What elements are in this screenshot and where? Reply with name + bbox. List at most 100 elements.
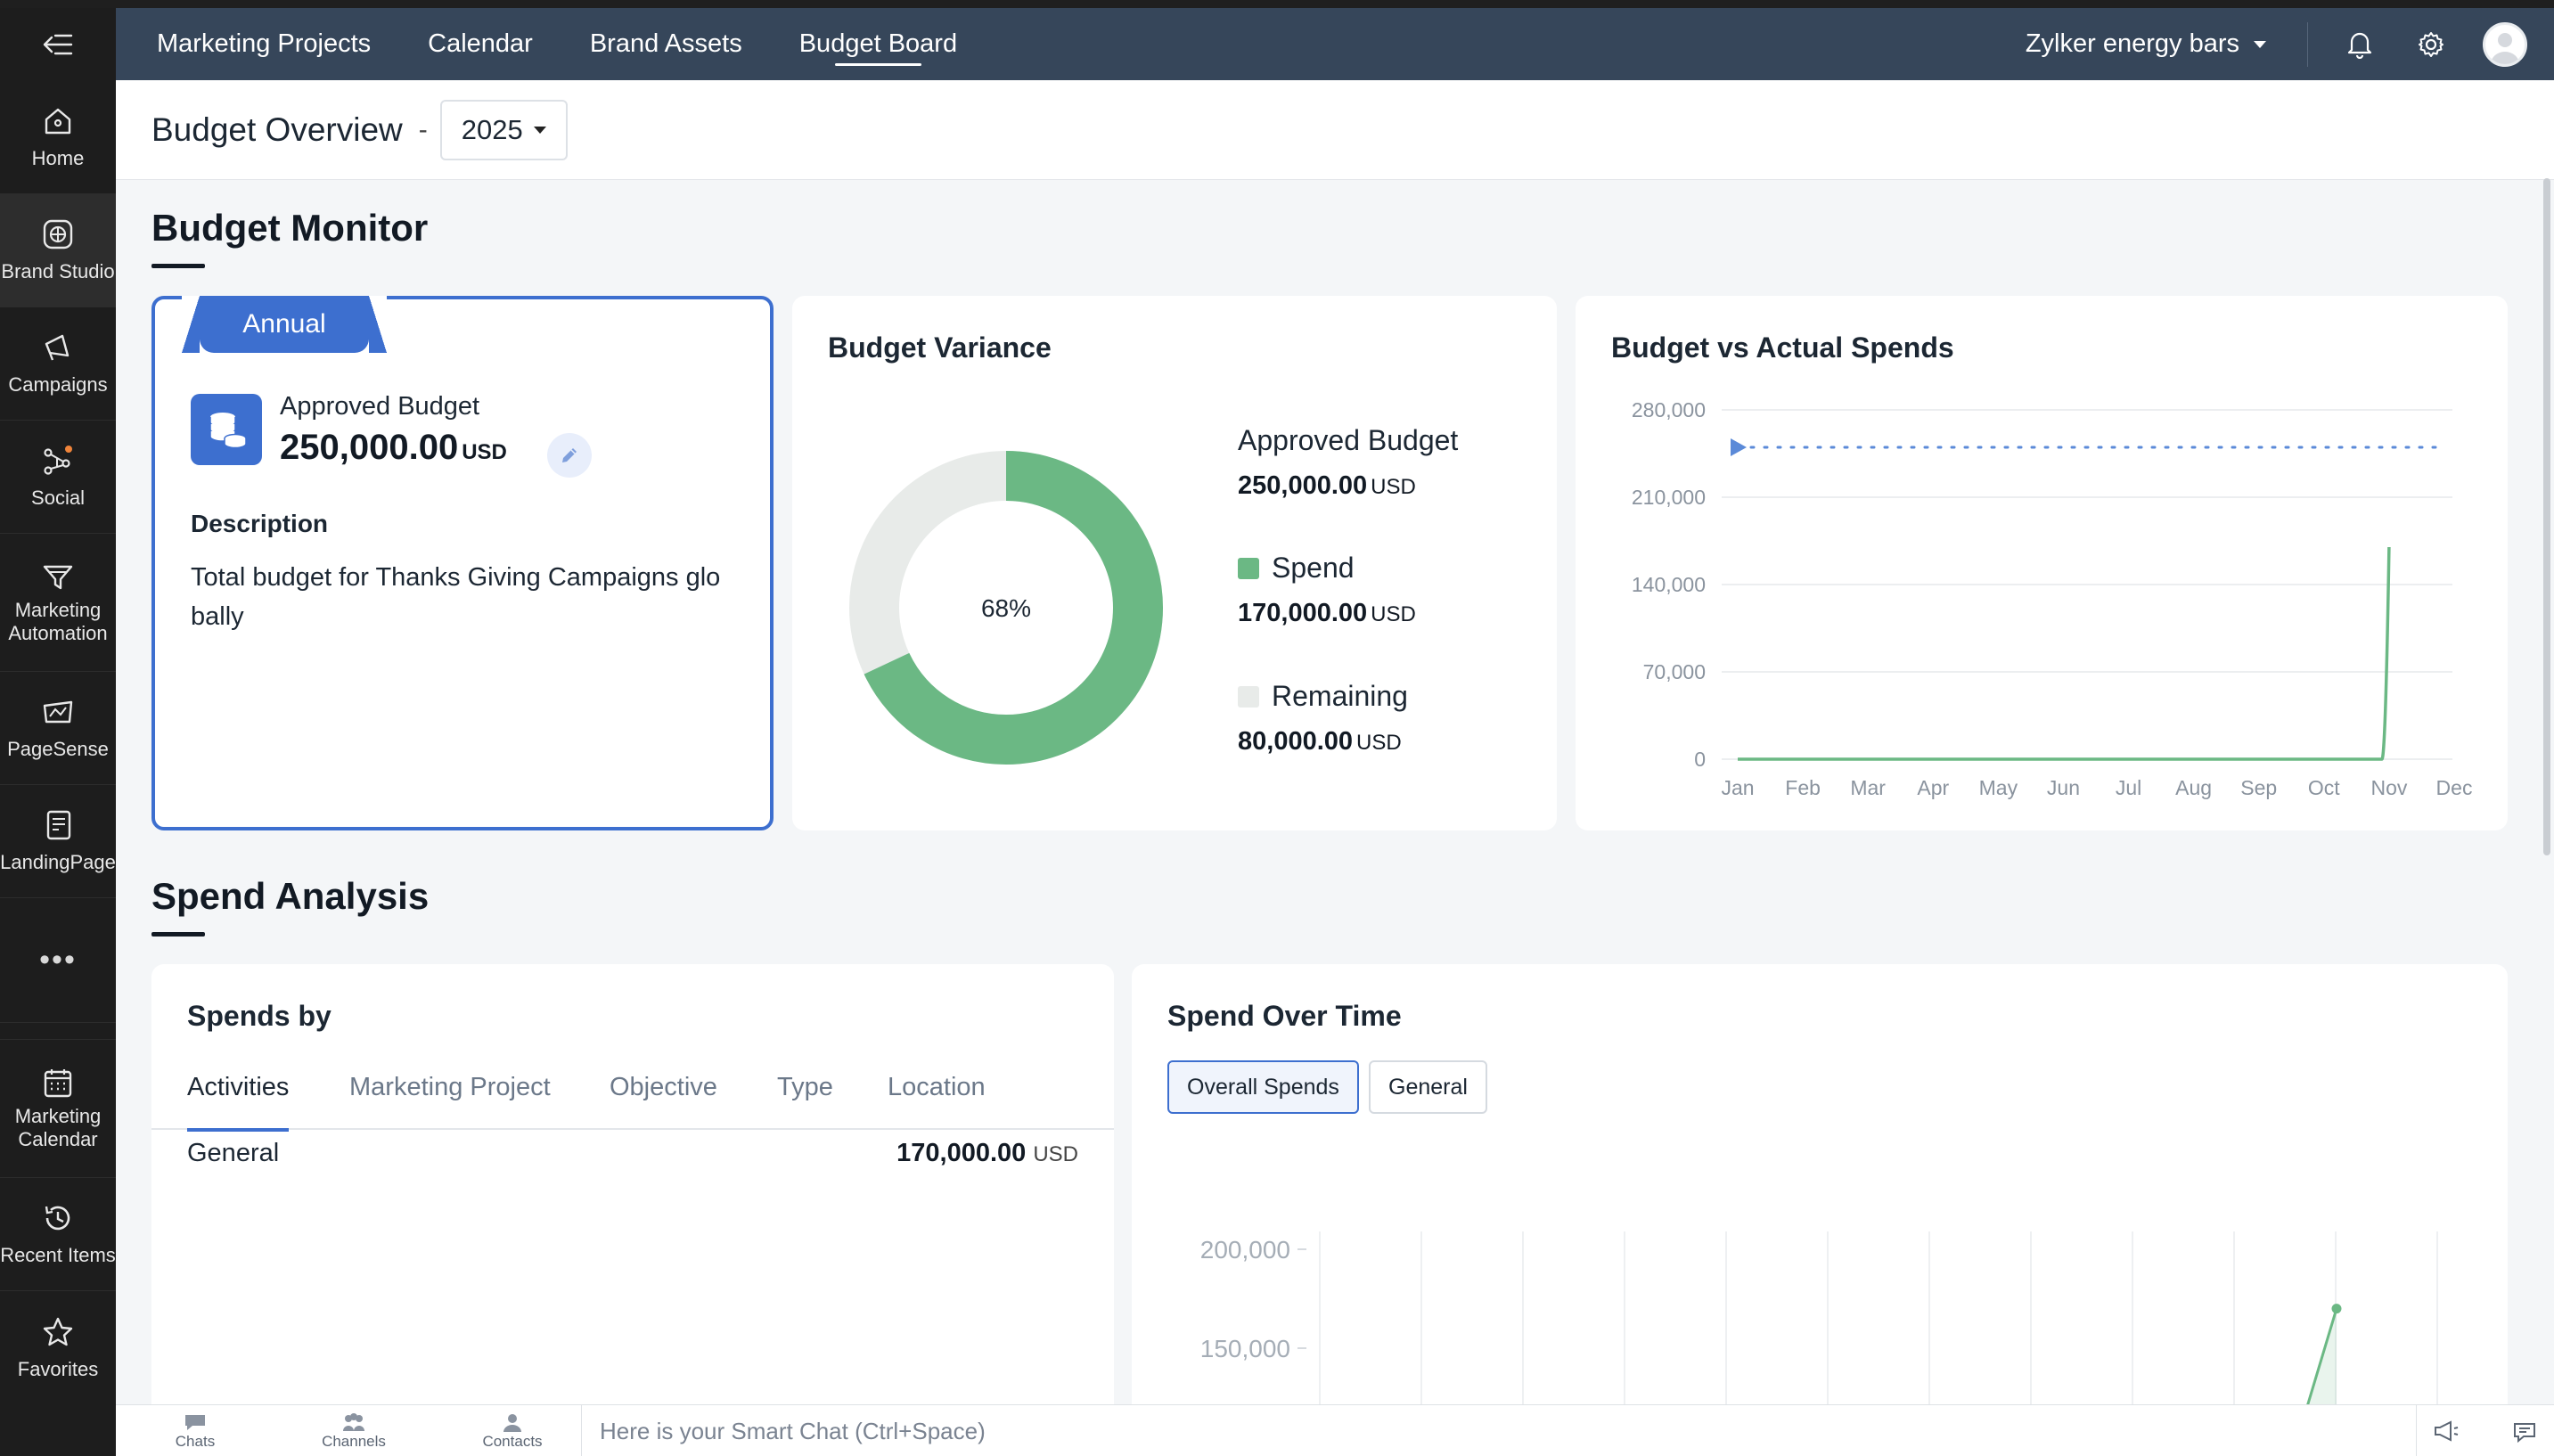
year-select[interactable]: 2025 bbox=[439, 99, 568, 160]
budget-vs-actual-chart: 280,000 210,000 140,000 70,000 0 Jan Feb Mar Apr… bbox=[1632, 398, 2473, 799]
top-navigation: Marketing Projects Calendar Brand Assets… bbox=[116, 8, 2554, 80]
collapse-menu-button[interactable] bbox=[0, 8, 116, 81]
title-separator: - bbox=[418, 114, 428, 144]
tab-activities[interactable]: Activities bbox=[187, 1066, 290, 1132]
page-header: Budget Overview - 2025 bbox=[116, 80, 2554, 180]
bell-icon bbox=[2347, 32, 2372, 59]
sidebar-item-label: Home bbox=[31, 147, 85, 169]
donut-center-label: 68% bbox=[981, 594, 1031, 622]
left-sidebar: Home Brand Studio Campaigns Social Marke… bbox=[0, 8, 116, 1456]
pill-general[interactable]: General bbox=[1369, 1060, 1487, 1114]
x-tick-label: Jan bbox=[1721, 776, 1754, 799]
currency: USD bbox=[1371, 602, 1416, 626]
description-text: Total budget for Thanks Giving Campaigns… bbox=[191, 563, 721, 631]
tab-calendar[interactable]: Calendar bbox=[428, 8, 533, 80]
legend-value: 170,000.00 USD bbox=[1238, 599, 1416, 628]
org-switcher[interactable]: Zylker energy bars bbox=[2026, 29, 2266, 59]
tab-marketing-project[interactable]: Marketing Project bbox=[349, 1066, 551, 1130]
annual-tab: Annual bbox=[182, 296, 387, 353]
pill-overall-spends[interactable]: Overall Spends bbox=[1167, 1060, 1359, 1114]
legend-spend: Spend 170,000.00 USD bbox=[1238, 552, 1416, 628]
x-tick-label: Sep bbox=[2240, 776, 2277, 799]
edit-budget-button[interactable] bbox=[547, 433, 592, 478]
section-underline bbox=[151, 264, 205, 268]
bottom-chats-button[interactable]: Chats bbox=[116, 1411, 274, 1451]
sidebar-item-label: Favorites bbox=[17, 1357, 99, 1380]
gear-icon bbox=[2419, 31, 2443, 57]
y-tick-label: 200,000 bbox=[1200, 1236, 1290, 1264]
sidebar-item-label: Marketing Calendar bbox=[14, 1105, 102, 1150]
tab-location[interactable]: Location bbox=[888, 1066, 986, 1130]
bottom-channels-button[interactable]: Channels bbox=[274, 1411, 433, 1451]
tab-type[interactable]: Type bbox=[777, 1066, 833, 1130]
sidebar-item-home[interactable]: Home bbox=[0, 81, 116, 194]
x-tick-label: Jun bbox=[2047, 776, 2080, 799]
tab-objective[interactable]: Objective bbox=[610, 1066, 717, 1130]
spend-over-time-card: Spend Over Time Overall Spends General 2… bbox=[1132, 964, 2508, 1456]
page-title: Budget Overview bbox=[151, 110, 403, 148]
sidebar-item-recent-items[interactable]: Recent Items bbox=[0, 1178, 116, 1291]
spends-by-card: Spends by Activities Marketing Project O… bbox=[151, 964, 1114, 1456]
feedback-icon bbox=[2514, 1423, 2535, 1443]
x-tick-label: Dec bbox=[2436, 776, 2473, 799]
tab-marketing-projects[interactable]: Marketing Projects bbox=[157, 8, 371, 80]
y-tick-label: 0 bbox=[1694, 748, 1706, 771]
home-icon bbox=[45, 108, 71, 135]
x-tick-label: Oct bbox=[2308, 776, 2340, 799]
sidebar-item-label: LandingPage bbox=[0, 851, 116, 873]
sidebar-item-campaigns[interactable]: Campaigns bbox=[0, 307, 116, 421]
amount: 250,000.00 bbox=[1238, 471, 1368, 500]
user-avatar[interactable] bbox=[2483, 21, 2527, 67]
sidebar-item-landingpage[interactable]: LandingPage bbox=[0, 785, 116, 898]
bottom-bar: Chats Channels Contacts Here is your Sma… bbox=[116, 1404, 2554, 1456]
sidebar-item-social[interactable]: Social bbox=[0, 421, 116, 534]
x-tick-label: May bbox=[1979, 776, 2018, 799]
coins-icon bbox=[209, 413, 247, 449]
bottom-item-label: Chats bbox=[175, 1432, 216, 1450]
sidebar-item-brand-studio[interactable]: Brand Studio bbox=[0, 194, 116, 307]
notifications-button[interactable] bbox=[2340, 25, 2379, 64]
sidebar-item-pagesense[interactable]: PageSense bbox=[0, 672, 116, 785]
currency: USD bbox=[1371, 475, 1416, 499]
collapse-menu-icon bbox=[43, 34, 73, 55]
year-value: 2025 bbox=[461, 113, 523, 145]
section-title-budget-monitor: Budget Monitor bbox=[151, 207, 429, 249]
chevron-down-icon bbox=[533, 126, 546, 134]
vertical-scrollbar[interactable] bbox=[2543, 178, 2550, 855]
legend-approved: Approved Budget 250,000.00 USD bbox=[1238, 424, 1458, 501]
y-tick-label: 280,000 bbox=[1632, 398, 1706, 421]
amount: 170,000.00 bbox=[1238, 599, 1368, 627]
landingpage-icon bbox=[46, 810, 71, 840]
annual-budget-card[interactable]: Annual Approved Budget 250,000.00 USD Des… bbox=[151, 296, 774, 830]
sidebar-more-button[interactable]: ••• bbox=[0, 898, 116, 1023]
budget-vs-actual-card: Budget vs Actual Spends 280,000 210,000 14… bbox=[1576, 296, 2508, 830]
settings-button[interactable] bbox=[2411, 25, 2451, 64]
bottom-item-label: Contacts bbox=[482, 1432, 543, 1450]
announcements-button[interactable] bbox=[2417, 1405, 2476, 1456]
x-tick-label: Apr bbox=[1917, 776, 1949, 799]
actual-spend-line bbox=[1738, 546, 2391, 761]
legend-value: 250,000.00 USD bbox=[1238, 471, 1458, 501]
bottom-contacts-button[interactable]: Contacts bbox=[433, 1411, 592, 1451]
tab-budget-board[interactable]: Budget Board bbox=[799, 8, 957, 80]
megaphone-icon bbox=[45, 334, 70, 361]
tab-brand-assets[interactable]: Brand Assets bbox=[590, 8, 742, 80]
approved-budget-label: Approved Budget bbox=[280, 392, 480, 421]
chevron-down-icon bbox=[2254, 40, 2266, 48]
legend-remaining: Remaining 80,000.00 USD bbox=[1238, 680, 1408, 757]
sidebar-item-marketing-automation[interactable]: Marketing Automation bbox=[0, 534, 116, 672]
description-label: Description bbox=[191, 510, 329, 537]
calendar-icon bbox=[44, 1069, 72, 1098]
table-row-label: General bbox=[187, 1139, 280, 1167]
smart-chat-input[interactable]: Here is your Smart Chat (Ctrl+Space) bbox=[581, 1405, 2417, 1456]
feedback-button[interactable] bbox=[2495, 1405, 2554, 1456]
budget-variance-card: Budget Variance 68% Approved Budget 250,… bbox=[792, 296, 1557, 830]
sidebar-item-favorites[interactable]: Favorites bbox=[0, 1291, 116, 1404]
channels-icon bbox=[343, 1412, 364, 1431]
sidebar-item-marketing-calendar[interactable]: Marketing Calendar bbox=[0, 1040, 116, 1178]
budget-marker bbox=[1731, 438, 1747, 456]
bottom-item-label: Channels bbox=[322, 1432, 386, 1450]
legend-label-row: Spend bbox=[1238, 552, 1416, 585]
legend-label: Approved Budget bbox=[1238, 424, 1459, 456]
x-tick-label: Jul bbox=[2116, 776, 2141, 799]
